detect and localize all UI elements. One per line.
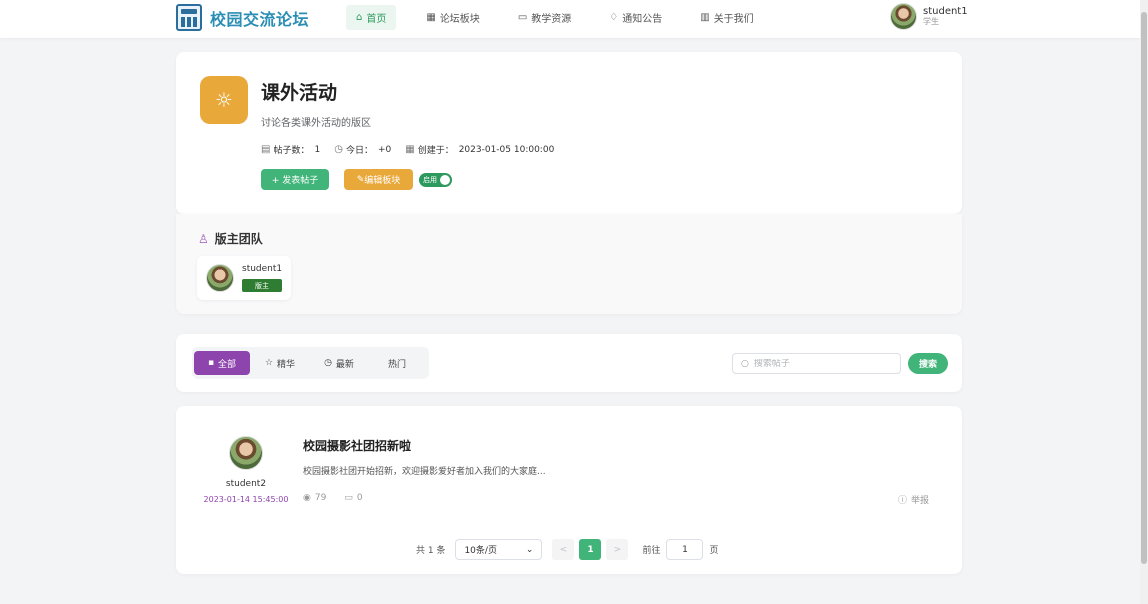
nav-home[interactable]: ⌂ 首页 (346, 5, 397, 30)
site-title: 校园交流论坛 (210, 9, 310, 29)
edit-icon: ✎ (356, 174, 365, 185)
board-meta: ▤ 帖子数： 1 ◷ 今日： +0 ▦ 创建于： 2023-01-05 10:0… (261, 143, 568, 156)
star-icon: ☆ (264, 358, 274, 368)
tab-hot-label: 热门 (387, 359, 406, 370)
home-icon: ⌂ (356, 12, 363, 23)
grid-icon: ▪ (207, 358, 215, 368)
search-icon: ○ (741, 358, 749, 369)
post-comments: 0 (356, 493, 363, 503)
report-button[interactable]: ⓘ 举报 (898, 493, 929, 506)
calendar-icon: ▦ (405, 144, 415, 155)
today-value: +0 (377, 144, 392, 155)
post-excerpt: 校园摄影社团开始招新，欢迎摄影爱好者加入我们的大家庭... (303, 467, 546, 477)
page-scrollbar[interactable] (1140, 0, 1148, 604)
search-field[interactable]: ○ (732, 353, 901, 374)
total-count: 共 1 条 (416, 546, 446, 556)
site-logo[interactable]: 校园交流论坛 (176, 4, 309, 31)
user-menu[interactable]: student1 学生 (890, 3, 968, 30)
page-number-current[interactable]: 1 (579, 539, 602, 560)
nav-about-label: 关于我们 (713, 14, 754, 25)
moderator-badge: 版主 (242, 279, 282, 292)
page-size-select[interactable]: 10条/页 ⌄ (455, 539, 543, 560)
tab-featured-label: 精华 (277, 359, 296, 370)
moderator-name: student1 (242, 264, 283, 274)
tab-all-label: 全部 (218, 359, 237, 370)
document-icon: ▤ (261, 144, 271, 155)
nav-about[interactable]: ▥ 关于我们 (690, 5, 763, 30)
grid-icon: ▦ (426, 12, 436, 23)
today-label: 今日： (345, 146, 373, 156)
nav-teaching-resources-label: 教学资源 (531, 14, 572, 25)
board-description: 讨论各类课外活动的版区 (261, 118, 371, 129)
created-label: 创建于： (417, 146, 454, 156)
tab-latest-label: 最新 (335, 359, 354, 370)
tab-hot[interactable]: 热门 (368, 351, 426, 375)
post-title[interactable]: 校园摄影社团招新啦 (303, 437, 411, 454)
toggle-label: 启用 (423, 176, 437, 184)
prev-page-button[interactable]: < (552, 539, 575, 560)
search-input[interactable] (753, 358, 894, 369)
page-suffix: 页 (709, 546, 719, 556)
chevron-down-icon: ⌄ (525, 544, 534, 555)
created-value: 2023-01-05 10:00:00 (458, 144, 555, 155)
school-building-icon (176, 4, 202, 31)
goto-label: 前往 (642, 546, 661, 556)
nav-forum-boards[interactable]: ▦ 论坛板块 (416, 5, 489, 30)
moderator-avatar (206, 264, 234, 292)
nav-announcements[interactable]: ♢ 通知公告 (599, 5, 672, 30)
next-page-button[interactable]: > (606, 539, 629, 560)
tab-latest[interactable]: ◷ 最新 (310, 351, 368, 375)
nav-forum-boards-label: 论坛板块 (439, 14, 480, 25)
edit-board-button[interactable]: ✎ 编辑板块 (344, 169, 413, 190)
goto-page-input[interactable]: 1 (666, 539, 704, 560)
briefcase-icon: ▭ (517, 12, 528, 23)
user-icon: ♙ (198, 231, 209, 246)
stopwatch-icon: ◷ (334, 144, 343, 155)
posts-count-value: 1 (314, 144, 321, 155)
post-author-avatar[interactable] (229, 436, 263, 470)
user-avatar[interactable] (890, 3, 917, 30)
post-views: 79 (314, 493, 327, 503)
user-name: student1 (923, 6, 968, 17)
edit-board-label: 编辑板块 (364, 176, 401, 186)
tab-featured[interactable]: ☆ 精华 (250, 351, 310, 375)
nav-home-label: 首页 (366, 14, 387, 25)
top-navbar: 校园交流论坛 ⌂ 首页 ▦ 论坛板块 ▭ 教学资源 ♢ 通知公告 ▥ 关于我们 … (0, 0, 1140, 38)
tab-all[interactable]: ▪ 全部 (194, 351, 250, 375)
nav-announcements-label: 通知公告 (622, 14, 663, 25)
warning-icon: ⓘ (898, 496, 908, 506)
user-info: student1 学生 (923, 6, 968, 27)
team-title: 版主团队 (214, 232, 263, 246)
page-size-value: 10条/页 (464, 546, 497, 556)
post-time: 2023-01-14 15:45:00 (203, 495, 289, 504)
eye-icon: ◉ (303, 493, 311, 503)
scrollbar-thumb[interactable] (1141, 12, 1147, 564)
moderator-team-section: ♙ 版主团队 student1 版主 (176, 214, 962, 314)
comment-icon: ▭ (344, 493, 353, 503)
post-filter-bar: ▪ 全部 ☆ 精华 ◷ 最新 热门 ○ 搜索 (176, 334, 962, 392)
team-header: ♙ 版主团队 (198, 230, 263, 247)
sun-icon: ☼ (200, 76, 248, 124)
user-role: 学生 (923, 17, 939, 26)
post-stats: ◉ 79 ▭ 0 (303, 493, 363, 503)
pagination: 共 1 条 10条/页 ⌄ < 1 > 前往 1 页 (416, 539, 718, 560)
nav-teaching-resources[interactable]: ▭ 教学资源 (508, 5, 581, 30)
report-label: 举报 (911, 496, 930, 506)
main-nav: ⌂ 首页 ▦ 论坛板块 ▭ 教学资源 ♢ 通知公告 ▥ 关于我们 (346, 5, 782, 30)
post-author[interactable]: student2 (206, 479, 286, 489)
post-tabs: ▪ 全部 ☆ 精华 ◷ 最新 热门 (192, 347, 429, 379)
clock-icon: ◷ (324, 358, 332, 368)
search-button[interactable]: 搜索 (908, 353, 948, 374)
building-icon: ▥ (700, 12, 710, 23)
new-post-button[interactable]: + 发表帖子 (261, 169, 329, 190)
toggle-knob (440, 175, 450, 185)
board-title: 课外活动 (261, 82, 338, 104)
board-enabled-toggle[interactable]: 启用 (419, 173, 452, 187)
moderator-card[interactable]: student1 版主 (197, 256, 291, 300)
post-list: student2 2023-01-14 15:45:00 校园摄影社团招新啦 校… (176, 406, 962, 574)
bell-icon: ♢ (609, 12, 619, 23)
board-info-card: ☼ 课外活动 讨论各类课外活动的版区 ▤ 帖子数： 1 ◷ 今日： +0 ▦ 创… (176, 52, 962, 214)
posts-count-label: 帖子数： (273, 146, 310, 156)
